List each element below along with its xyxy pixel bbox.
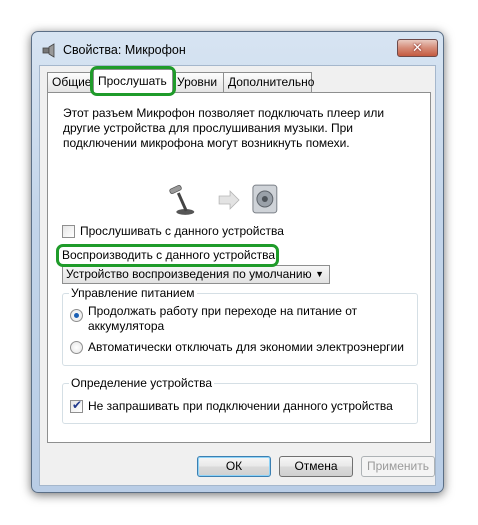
power-option-auto-off[interactable]: Автоматически отключать для экономии эле… xyxy=(70,340,404,354)
listen-description: Этот разъем Микрофон позволяет подключат… xyxy=(63,106,385,150)
playback-device-select[interactable]: Устройство воспроизведения по умолчанию … xyxy=(62,265,330,284)
close-icon: ✕ xyxy=(412,40,423,55)
listen-tab-panel: Этот разъем Микрофон позволяет подключат… xyxy=(47,92,431,443)
apply-button[interactable]: Применить xyxy=(361,456,435,477)
playback-device-value: Устройство воспроизведения по умолчанию xyxy=(66,267,312,281)
power-management-group: Управление питанием Продолжать работу пр… xyxy=(62,286,418,366)
battery-radio[interactable] xyxy=(70,309,83,322)
arrow-right-icon xyxy=(218,190,240,210)
no-prompt-checkbox[interactable] xyxy=(70,398,83,413)
window-title: Свойства: Микрофон xyxy=(63,43,186,57)
properties-window: Свойства: Микрофон ✕ Общие Прослушать Ур… xyxy=(31,31,444,493)
auto-off-radio-label: Автоматически отключать для экономии эле… xyxy=(88,340,404,354)
auto-off-radio[interactable] xyxy=(70,340,83,354)
battery-radio-label: Продолжать работу при переходе на питани… xyxy=(88,304,358,333)
microphone-icon xyxy=(169,184,195,215)
chevron-down-icon: ▼ xyxy=(315,269,324,279)
listen-checkbox-row[interactable]: Прослушивать с данного устройства xyxy=(62,224,284,238)
no-prompt-checkbox-row[interactable]: Не запрашивать при подключении данного у… xyxy=(70,398,393,413)
detection-group-title: Определение устройства xyxy=(69,376,215,390)
close-button[interactable]: ✕ xyxy=(397,39,438,57)
playback-label: Воспроизводить с данного устройства: xyxy=(62,248,279,262)
power-group-title: Управление питанием xyxy=(69,286,197,300)
listen-graphic xyxy=(169,184,278,215)
dialog-client-area: Общие Прослушать Уровни Дополнительно Эт… xyxy=(39,65,436,486)
ok-button[interactable]: ОК xyxy=(197,456,271,477)
tab-general[interactable]: Общие xyxy=(47,72,94,92)
tab-listen[interactable]: Прослушать xyxy=(93,69,173,93)
tab-advanced[interactable]: Дополнительно xyxy=(223,72,314,92)
no-prompt-checkbox-label: Не запрашивать при подключении данного у… xyxy=(88,399,393,413)
listen-checkbox-label: Прослушивать с данного устройства xyxy=(80,224,284,238)
device-detection-group: Определение устройства Не запрашивать пр… xyxy=(62,376,418,424)
tab-levels[interactable]: Уровни xyxy=(172,72,224,92)
power-option-battery[interactable]: Продолжать работу при переходе на питани… xyxy=(70,304,388,334)
cancel-button[interactable]: Отмена xyxy=(279,456,353,477)
title-bar[interactable]: Свойства: Микрофон ✕ xyxy=(32,32,443,62)
speaker-icon xyxy=(252,184,278,214)
listen-checkbox[interactable] xyxy=(62,224,75,238)
window-icon xyxy=(42,43,55,58)
